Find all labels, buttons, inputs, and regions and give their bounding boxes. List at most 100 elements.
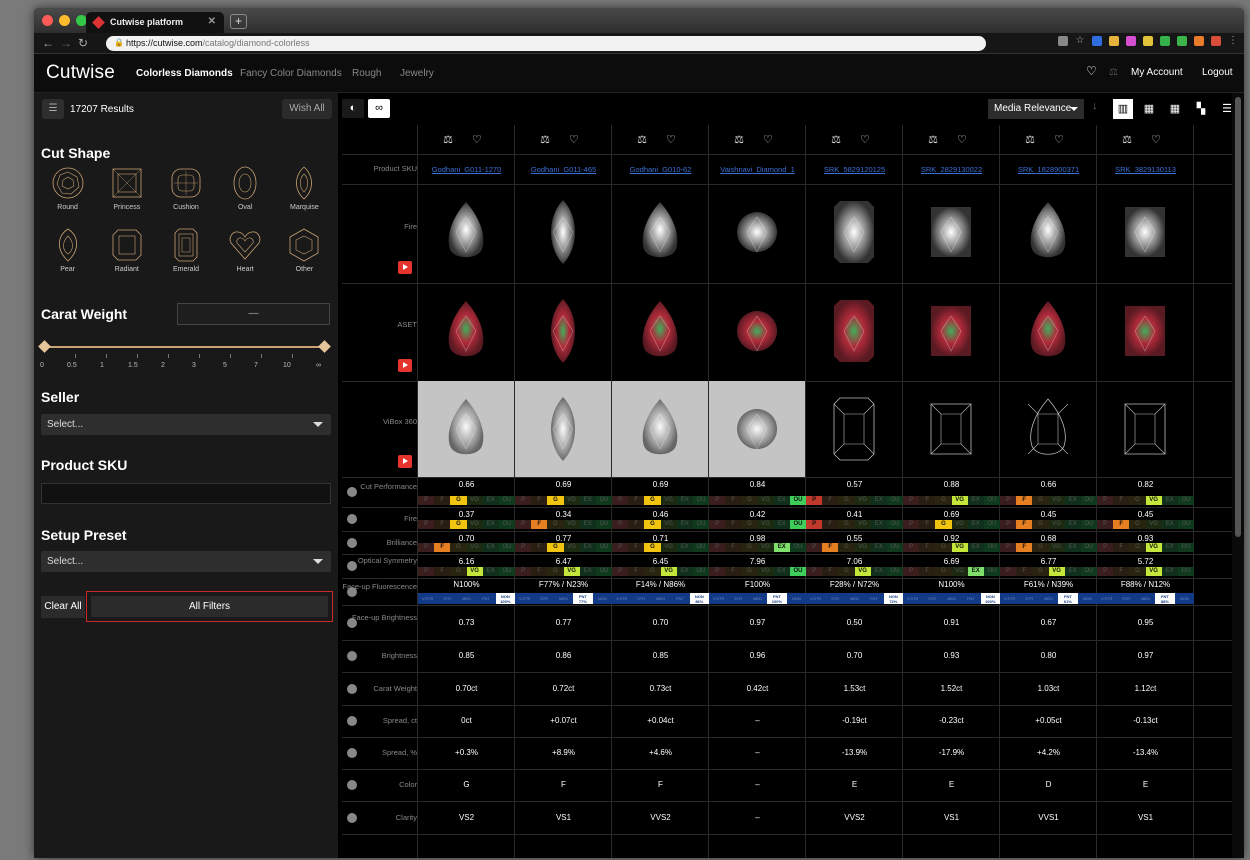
close-tab-icon[interactable]: ✕ [208, 16, 216, 27]
shape-round[interactable]: Round [38, 166, 97, 224]
marquise-diamond-image[interactable] [533, 295, 593, 367]
extension-icon[interactable] [1109, 36, 1119, 46]
play-video-icon[interactable] [398, 455, 412, 468]
shape-oval[interactable]: Oval [216, 166, 275, 224]
pear-diamond-image[interactable] [436, 196, 496, 268]
pear-diamond-image[interactable] [436, 295, 496, 367]
compare-wish-icons[interactable]: ⚖ ♡ [515, 133, 612, 146]
pear-diamond-image[interactable] [630, 196, 690, 268]
product-sku-link[interactable]: Godhani_G011-465 [517, 165, 610, 174]
grid-large-view-icon[interactable]: ▚ [1191, 99, 1211, 119]
compare-mode-icon[interactable]: ∞ [368, 99, 390, 118]
nav-jewelry[interactable]: Jewelry [400, 68, 434, 79]
shape-heart[interactable]: Heart [216, 228, 275, 286]
marquise-diamond-image[interactable] [533, 393, 593, 465]
cutwise-logo[interactable]: Cutwise [46, 62, 115, 84]
seller-select[interactable]: Select... [41, 414, 331, 435]
pear-diamond-image[interactable] [1018, 196, 1078, 268]
compare-wish-icons[interactable]: ⚖ ♡ [612, 133, 709, 146]
princess-diamond-image[interactable] [1115, 295, 1175, 367]
extension-icon[interactable] [1143, 36, 1153, 46]
metric-info-icon[interactable] [347, 487, 357, 497]
page-scrollbar[interactable] [1232, 93, 1244, 858]
compare-wish-icons[interactable]: ⚖ ♡ [1097, 133, 1194, 146]
nav-fancy-color-diamonds[interactable]: Fancy Color Diamonds [240, 68, 342, 79]
filter-toggle-icon[interactable]: ☰ [42, 99, 64, 119]
star-icon[interactable]: ☆ [1075, 36, 1085, 46]
emerald-diamond-image[interactable] [824, 196, 884, 268]
product-sku-input[interactable] [41, 483, 331, 504]
princess-diamond-image[interactable] [921, 393, 981, 465]
menu-icon[interactable]: ⋮ [1228, 36, 1238, 46]
pear-diamond-image[interactable] [1018, 393, 1078, 465]
my-account-link[interactable]: My Account [1131, 67, 1183, 78]
window-controls[interactable] [42, 15, 87, 26]
extension-icon[interactable] [1194, 36, 1204, 46]
carat-slider[interactable] [38, 340, 331, 358]
product-sku-link[interactable]: Godhani_G010-62 [614, 165, 707, 174]
princess-diamond-image[interactable] [921, 295, 981, 367]
grid-medium-view-icon[interactable]: ▦ [1165, 99, 1185, 119]
metric-info-icon[interactable] [347, 683, 357, 694]
product-sku-link[interactable]: SRK_2829130022 [905, 165, 998, 174]
forward-icon[interactable]: → [60, 36, 72, 50]
princess-diamond-image[interactable] [1115, 196, 1175, 268]
metric-info-icon[interactable] [347, 537, 357, 548]
close-window-button[interactable] [42, 15, 53, 26]
slider-max-handle[interactable] [318, 340, 331, 353]
metric-info-icon[interactable] [347, 716, 357, 726]
round-diamond-image[interactable] [727, 393, 787, 465]
compare-wish-icons[interactable]: ⚖ ♡ [903, 133, 1000, 146]
product-sku-link[interactable]: SRK_5829120125 [808, 165, 901, 174]
play-video-icon[interactable] [398, 261, 412, 274]
pear-diamond-image[interactable] [630, 393, 690, 465]
carat-range-input[interactable]: — [177, 303, 330, 325]
nav-rough[interactable]: Rough [352, 68, 381, 79]
extension-icon[interactable] [1177, 36, 1187, 46]
heart-icon[interactable]: ♡ [1086, 64, 1097, 78]
nav-colorless-diamonds[interactable]: Colorless Diamonds [136, 68, 233, 79]
extension-icon[interactable] [1092, 36, 1102, 46]
pear-diamond-image[interactable] [1018, 295, 1078, 367]
shape-princess[interactable]: Princess [97, 166, 156, 224]
metric-info-icon[interactable] [347, 514, 357, 524]
pear-diamond-image[interactable] [436, 393, 496, 465]
shape-cushion[interactable]: Cushion [156, 166, 215, 224]
compare-wish-icons[interactable]: ⚖ ♡ [418, 133, 515, 146]
shape-marquise[interactable]: Marquise [275, 166, 334, 224]
metric-info-icon[interactable] [347, 651, 357, 661]
extension-icon[interactable] [1160, 36, 1170, 46]
all-filters-button[interactable]: All Filters [91, 596, 328, 617]
product-sku-link[interactable]: SRK_3829130113 [1099, 165, 1192, 174]
browser-tab[interactable]: Cutwise platform ✕ [86, 12, 224, 33]
play-video-icon[interactable] [398, 359, 412, 372]
princess-diamond-image[interactable] [921, 196, 981, 268]
back-icon[interactable]: ← [42, 36, 54, 50]
product-sku-link[interactable]: Godhani_G011-1270 [420, 165, 513, 174]
new-tab-button[interactable]: + [230, 14, 247, 29]
setup-preset-select[interactable]: Select... [41, 551, 331, 572]
reload-icon[interactable]: ↻ [78, 36, 88, 50]
metric-info-icon[interactable] [347, 586, 357, 597]
marquise-diamond-image[interactable] [533, 196, 593, 268]
metric-info-icon[interactable] [347, 561, 357, 571]
logout-link[interactable]: Logout [1202, 67, 1233, 78]
product-sku-link[interactable]: SRK_1828900371 [1002, 165, 1095, 174]
shape-emerald[interactable]: Emerald [156, 228, 215, 286]
emerald-diamond-image[interactable] [824, 393, 884, 465]
product-sku-link[interactable]: Vaishnavi_Diamond_1 [711, 165, 804, 174]
compare-wish-icons[interactable]: ⚖ ♡ [1000, 133, 1097, 146]
round-diamond-image[interactable] [727, 295, 787, 367]
emerald-diamond-image[interactable] [824, 295, 884, 367]
metric-info-icon[interactable] [347, 748, 357, 758]
columns-view-icon[interactable]: ▥ [1113, 99, 1133, 119]
pear-diamond-image[interactable] [630, 295, 690, 367]
clear-all-button[interactable]: Clear All [41, 596, 85, 618]
metric-info-icon[interactable] [347, 780, 357, 790]
compare-wish-icons[interactable]: ⚖ ♡ [806, 133, 903, 146]
round-diamond-image[interactable] [727, 196, 787, 268]
compare-icon[interactable]: ⚖ [1109, 67, 1118, 78]
sort-direction-icon[interactable]: ↓ [1092, 100, 1098, 112]
url-field[interactable]: 🔒 https://cutwise.com/catalog/diamond-co… [106, 36, 986, 51]
minimize-window-button[interactable] [59, 15, 70, 26]
